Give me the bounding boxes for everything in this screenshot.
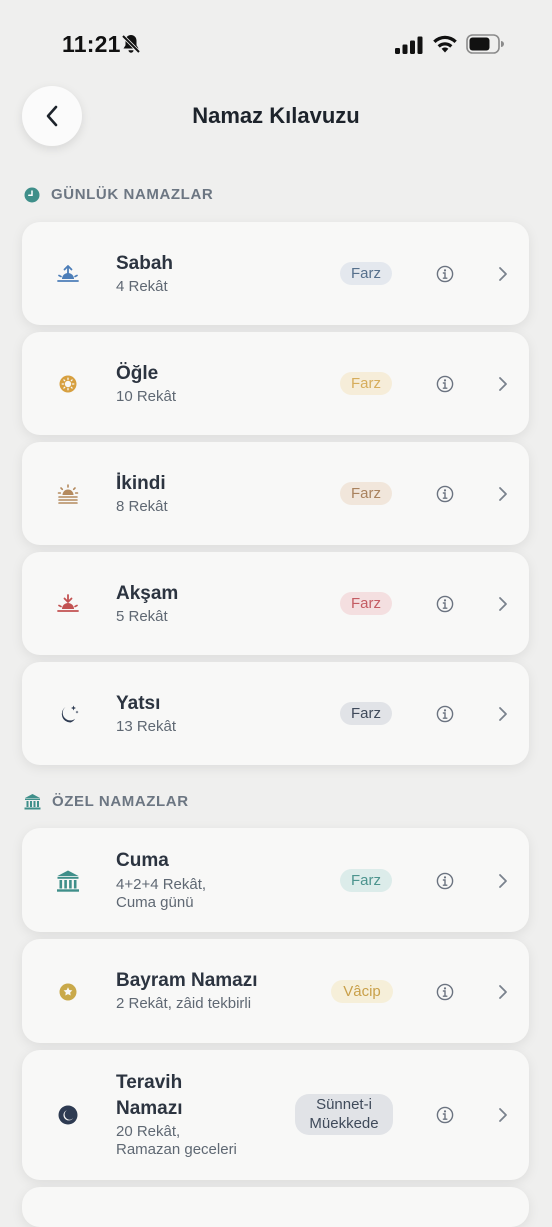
clock-icon [24, 187, 40, 202]
prayer-name: Öğle [116, 363, 159, 384]
status-bar: 11:21 [0, 0, 552, 90]
prayer-rakat: 20 Rekât, [116, 1123, 181, 1140]
prayer-name: Akşam [116, 583, 179, 604]
bell-slash-icon [121, 34, 141, 54]
prayer-rakat: 5 Rekât [116, 608, 168, 625]
prayer-name: Bayram Namazı [116, 970, 258, 991]
info-icon[interactable] [436, 265, 454, 283]
prayer-name: Yatsı [116, 693, 161, 714]
moon-icon [56, 1103, 80, 1127]
status-time: 11:21 [62, 31, 121, 57]
badge-line: Sünnet-i [316, 1096, 372, 1113]
status-badge: Farz [340, 702, 392, 725]
cellular-signal-icon [395, 36, 423, 54]
prayer-card-next[interactable] [22, 1187, 529, 1227]
status-badge: Farz [340, 592, 392, 615]
prayer-note: Cuma günü [116, 894, 194, 911]
prayer-name: Sabah [116, 253, 174, 274]
status-badge: Farz [340, 482, 392, 505]
page-title: Namaz Kılavuzu [192, 103, 360, 128]
info-icon[interactable] [436, 485, 454, 503]
chevron-right-icon [499, 597, 507, 611]
moon-stars-icon [56, 702, 80, 726]
prayer-rakat: 4 Rekât [116, 278, 168, 295]
section-header-daily: GÜNLÜK NAMAZLAR [24, 186, 213, 203]
status-badge: Vâcip [331, 980, 393, 1003]
wifi-icon [433, 35, 457, 53]
status-badge: Farz [340, 372, 392, 395]
prayer-name-line2: Namazı [116, 1098, 183, 1119]
sun-icon [56, 372, 80, 396]
prayer-card-bayram[interactable]: Bayram Namazı 2 Rekât, zâid tekbirli Vâc… [22, 939, 529, 1043]
prayer-card-teravih[interactable]: Teravih Namazı 20 Rekât, Ramazan geceler… [22, 1050, 529, 1180]
chevron-right-icon [499, 377, 507, 391]
prayer-card-sabah[interactable]: Sabah 4 Rekât Farz [22, 222, 529, 325]
sun-haze-icon [56, 482, 80, 506]
section-title: ÖZEL NAMAZLAR [52, 793, 189, 810]
info-icon[interactable] [436, 1106, 454, 1124]
chevron-right-icon [499, 707, 507, 721]
sunset-icon [56, 592, 80, 616]
mosque-icon [24, 794, 41, 810]
chevron-right-icon [499, 267, 507, 281]
info-icon[interactable] [436, 375, 454, 393]
chevron-right-icon [499, 487, 507, 501]
section-header-special: ÖZEL NAMAZLAR [24, 793, 189, 810]
prayer-card-ogle[interactable]: Öğle 10 Rekât Farz [22, 332, 529, 435]
prayer-card-aksam[interactable]: Akşam 5 Rekât Farz [22, 552, 529, 655]
info-icon[interactable] [436, 983, 454, 1001]
prayer-card-yatsi[interactable]: Yatsı 13 Rekât Farz [22, 662, 529, 765]
chevron-right-icon [499, 1108, 507, 1122]
chevron-right-icon [499, 985, 507, 999]
info-icon[interactable] [436, 872, 454, 890]
star-circle-icon [56, 980, 80, 1004]
prayer-card-ikindi[interactable]: İkindi 8 Rekât Farz [22, 442, 529, 545]
status-badge: Sünnet-i Müekkede [295, 1094, 393, 1135]
prayer-name: İkindi [116, 473, 166, 494]
prayer-rakat: 13 Rekât [116, 718, 177, 735]
prayer-name: Cuma [116, 850, 169, 871]
info-icon[interactable] [436, 705, 454, 723]
status-badge: Farz [340, 262, 392, 285]
prayer-name: Teravih [116, 1072, 183, 1093]
mosque-icon [56, 869, 80, 893]
status-badge: Farz [340, 869, 392, 892]
prayer-rakat: 10 Rekât [116, 388, 177, 405]
chevron-right-icon [499, 874, 507, 888]
prayer-card-cuma[interactable]: Cuma 4+2+4 Rekât, Cuma günü Farz [22, 828, 529, 932]
section-title: GÜNLÜK NAMAZLAR [51, 186, 214, 203]
prayer-rakat: 2 Rekât, zâid tekbirli [116, 995, 252, 1012]
prayer-note: Ramazan geceleri [116, 1141, 237, 1158]
battery-icon [466, 34, 504, 54]
badge-line: Müekkede [309, 1115, 379, 1132]
prayer-rakat: 8 Rekât [116, 498, 168, 515]
info-icon[interactable] [436, 595, 454, 613]
sunrise-icon [56, 262, 80, 286]
prayer-rakat: 4+2+4 Rekât, [116, 876, 207, 893]
